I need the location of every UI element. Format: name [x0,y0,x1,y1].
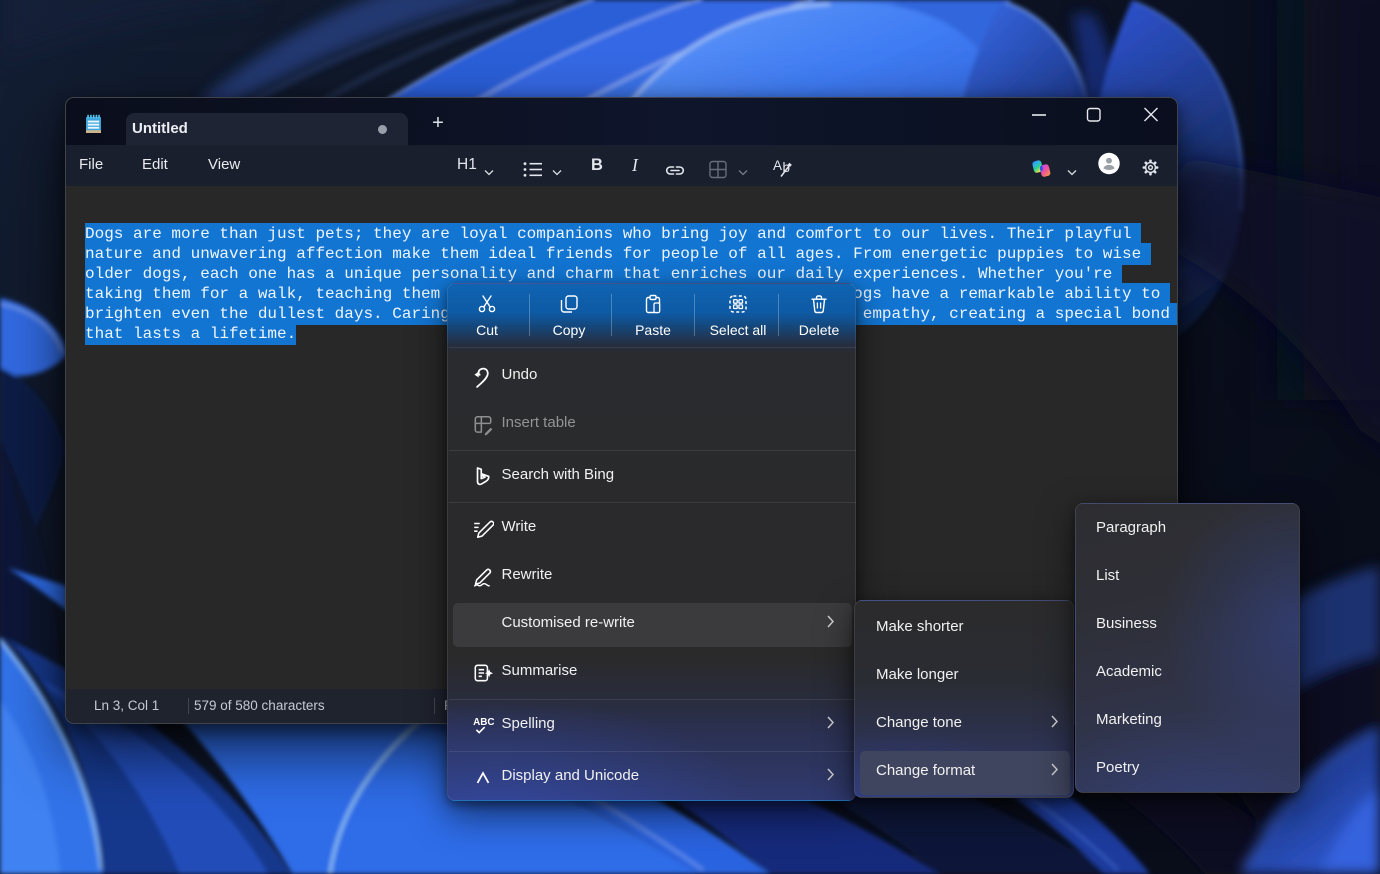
svg-text:ABC: ABC [473,717,494,728]
svg-text:A: A [773,158,782,173]
